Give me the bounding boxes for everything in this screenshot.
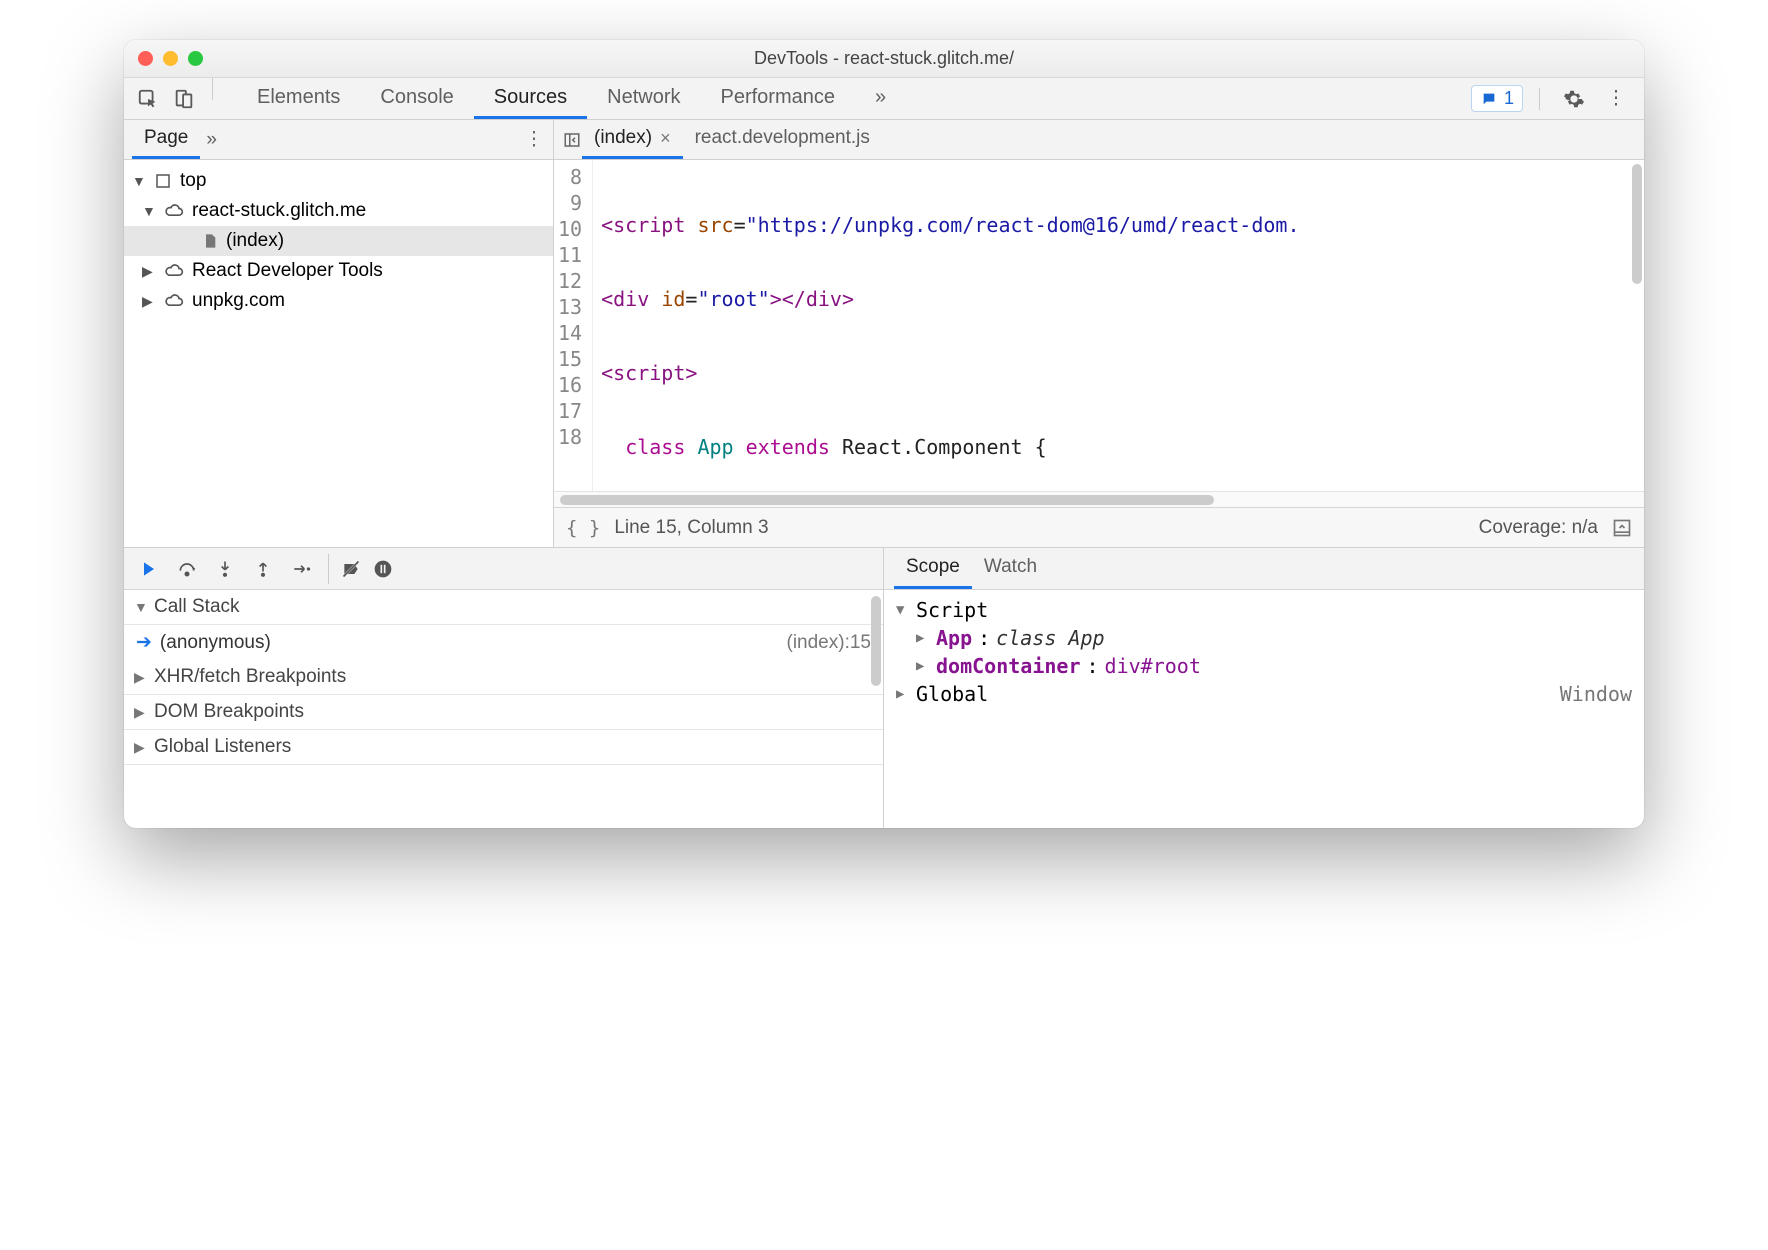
editor-tab-index[interactable]: (index) × [582, 120, 683, 159]
scope-script[interactable]: Script [892, 596, 1636, 624]
tab-performance[interactable]: Performance [701, 78, 856, 119]
minimize-window-button[interactable] [163, 51, 178, 66]
issues-badge[interactable]: 1 [1471, 85, 1523, 112]
scope-global[interactable]: GlobalWindow [892, 680, 1636, 708]
scope-var-app[interactable]: App: class App [892, 624, 1636, 652]
tab-watch[interactable]: Watch [972, 548, 1049, 589]
tab-network[interactable]: Network [587, 78, 700, 119]
close-window-button[interactable] [138, 51, 153, 66]
editor-tab-react[interactable]: react.development.js [683, 120, 882, 159]
tree-node-top[interactable]: top [124, 166, 553, 196]
tab-scope[interactable]: Scope [894, 548, 972, 589]
step-into-icon[interactable] [208, 554, 242, 584]
devtools-window: DevTools - react-stuck.glitch.me/ Elemen… [124, 40, 1644, 828]
expand-arrow-icon[interactable] [132, 173, 146, 189]
deactivate-breakpoints-icon[interactable] [328, 554, 362, 584]
scope-var-domcontainer[interactable]: domContainer: div#root [892, 652, 1636, 680]
toolbar-divider [212, 78, 213, 100]
window-title: DevTools - react-stuck.glitch.me/ [138, 48, 1630, 69]
navigator-pane: Page » ⋮ top react-stuck.glitch.me (inde [124, 120, 554, 547]
toggle-navigator-icon[interactable] [562, 131, 582, 149]
frame-icon [154, 172, 172, 190]
debugger-toolbar [124, 548, 883, 590]
navigator-tabs: Page » ⋮ [124, 120, 553, 160]
code-lines[interactable]: <script src="https://unpkg.com/react-dom… [593, 160, 1644, 491]
tree-node-unpkg[interactable]: unpkg.com [124, 286, 553, 316]
settings-icon[interactable] [1556, 88, 1592, 110]
file-tree: top react-stuck.glitch.me (index) React … [124, 160, 553, 547]
editor-horizontal-scrollbar[interactable] [554, 491, 1644, 507]
file-icon [202, 231, 218, 251]
tree-node-extension[interactable]: React Developer Tools [124, 256, 553, 286]
main-toolbar: Elements Console Sources Network Perform… [124, 78, 1644, 120]
step-over-icon[interactable] [170, 554, 204, 584]
stack-frame[interactable]: ➔ (anonymous) (index):15 [124, 625, 883, 660]
cloud-icon [164, 263, 184, 279]
debugger-pane: Call Stack ➔ (anonymous) (index):15 XHR/… [124, 548, 884, 828]
cloud-icon [164, 293, 184, 309]
step-out-icon[interactable] [246, 554, 280, 584]
show-sidebar-icon[interactable] [1612, 518, 1632, 538]
scope-body: Script App: class App domContainer: div#… [884, 590, 1644, 828]
global-listeners-header[interactable]: Global Listeners [124, 730, 883, 765]
xhr-breakpoints-header[interactable]: XHR/fetch Breakpoints [124, 660, 883, 695]
frame-location[interactable]: (index):15 [787, 632, 872, 654]
editor-vertical-scrollbar[interactable] [1632, 164, 1642, 284]
dom-breakpoints-header[interactable]: DOM Breakpoints [124, 695, 883, 730]
tree-node-index[interactable]: (index) [124, 226, 553, 256]
scope-tabs: Scope Watch [884, 548, 1644, 590]
kebab-menu-icon[interactable]: ⋮ [1598, 87, 1634, 110]
window-controls [138, 51, 203, 66]
tabs-overflow[interactable]: » [855, 78, 906, 119]
tab-elements[interactable]: Elements [237, 78, 360, 119]
current-frame-icon: ➔ [136, 631, 152, 654]
navigator-menu-icon[interactable]: ⋮ [523, 128, 545, 151]
tab-console[interactable]: Console [360, 78, 473, 119]
tab-sources[interactable]: Sources [474, 78, 587, 119]
debugger-vertical-scrollbar[interactable] [871, 596, 881, 686]
editor-tabs: (index) × react.development.js [554, 120, 1644, 160]
navigator-tab-page[interactable]: Page [132, 120, 200, 159]
navigator-tabs-overflow[interactable]: » [206, 129, 217, 151]
scope-pane: Scope Watch Script App: class App domCon… [884, 548, 1644, 828]
call-stack-header[interactable]: Call Stack [124, 590, 883, 625]
device-toggle-icon[interactable] [166, 78, 202, 119]
pause-exceptions-icon[interactable] [366, 554, 400, 584]
titlebar: DevTools - react-stuck.glitch.me/ [124, 40, 1644, 78]
zoom-window-button[interactable] [188, 51, 203, 66]
coverage-status: Coverage: n/a [1479, 517, 1598, 539]
expand-arrow-icon[interactable] [142, 263, 156, 280]
expand-arrow-icon[interactable] [142, 293, 156, 310]
step-icon[interactable] [284, 554, 318, 584]
resume-icon[interactable] [132, 554, 166, 584]
panel-tabs: Elements Console Sources Network Perform… [237, 78, 906, 119]
inspect-element-icon[interactable] [130, 78, 166, 119]
expand-arrow-icon[interactable] [142, 203, 156, 219]
line-gutter[interactable]: 89101112131415161718 [554, 160, 593, 491]
cloud-icon [164, 203, 184, 219]
code-editor[interactable]: 89101112131415161718 <script src="https:… [554, 160, 1644, 491]
issues-count: 1 [1504, 88, 1514, 109]
pretty-print-icon[interactable]: { } [566, 517, 600, 539]
cursor-position: Line 15, Column 3 [614, 517, 768, 539]
tree-node-domain[interactable]: react-stuck.glitch.me [124, 196, 553, 226]
close-tab-icon[interactable]: × [660, 128, 671, 149]
editor-statusbar: { } Line 15, Column 3 Coverage: n/a [554, 507, 1644, 547]
editor-pane: (index) × react.development.js 891011121… [554, 120, 1644, 547]
